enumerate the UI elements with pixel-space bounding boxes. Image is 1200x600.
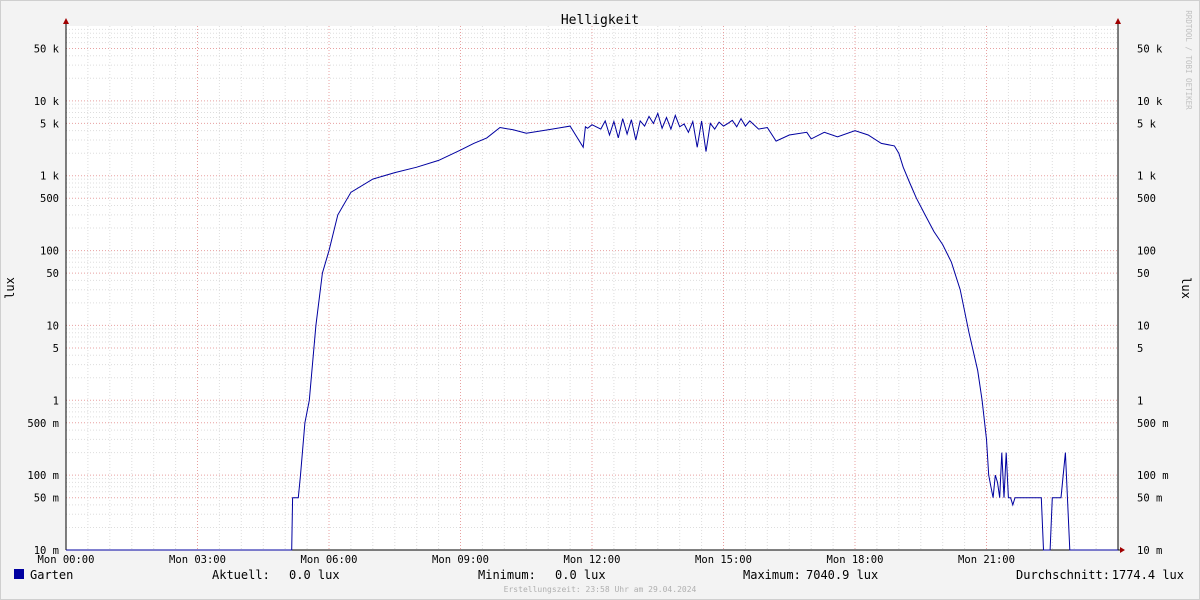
legend-aktuell-label: Aktuell:: [212, 568, 270, 582]
legend-minimum-value: 0.0 lux: [555, 568, 606, 582]
y-tick-label-left: 5 k: [40, 118, 60, 130]
y-axis-label-right: lux: [1179, 277, 1193, 299]
legend-series-name: Garten: [30, 568, 73, 582]
legend-maximum-value: 7040.9 lux: [806, 568, 878, 582]
y-tick-label-left: 100 m: [27, 470, 59, 482]
x-tick-label: Mon 03:00: [169, 554, 226, 566]
x-tick-label: Mon 21:00: [958, 554, 1015, 566]
legend-swatch: [14, 569, 24, 579]
y-tick-label-left: 500: [40, 193, 59, 205]
legend-durchschnitt-value: 1774.4 lux: [1112, 568, 1184, 582]
y-tick-label-left: 1: [53, 395, 59, 407]
legend-maximum-label: Maximum:: [743, 568, 801, 582]
y-axis-label-left: lux: [3, 277, 17, 299]
graph-image: 50 k 10 k 5 k 1 k 500 100 50 10 5 1 500 m 100 m 50 m…: [0, 0, 1200, 600]
y-tick-label-right: 50: [1137, 268, 1150, 280]
y-tick-label-left: 50: [46, 268, 59, 280]
x-tick-label: Mon 12:00: [564, 554, 621, 566]
x-tick-label: Mon 00:00: [38, 554, 95, 566]
creation-time: Erstellungszeit: 23:58 Uhr am 29.04.2024: [504, 585, 697, 594]
y-tick-label-right: 1: [1137, 395, 1143, 407]
chart-title: Helligkeit: [561, 13, 639, 28]
y-tick-label-right: 10 k: [1137, 96, 1163, 108]
watermark: RRDTOOL / TOBI OETIKER: [1184, 10, 1193, 110]
y-tick-label-right: 5: [1137, 343, 1143, 355]
x-tick-label: Mon 15:00: [695, 554, 752, 566]
y-tick-label-right: 10 m: [1137, 545, 1162, 557]
y-tick-label-right: 500: [1137, 193, 1156, 205]
y-tick-label-right: 50 m: [1137, 493, 1162, 505]
chart-canvas: 50 k 10 k 5 k 1 k 500 100 50 10 5 1 500 m 100 m 50 m…: [0, 0, 1200, 600]
y-tick-label-left: 100: [40, 246, 59, 258]
x-tick-label: Mon 06:00: [301, 554, 358, 566]
y-tick-label-right: 50 k: [1137, 44, 1163, 56]
y-tick-label-left: 1 k: [40, 171, 60, 183]
y-tick-label-left: 50 m: [34, 493, 59, 505]
y-tick-label-left: 500 m: [27, 418, 59, 430]
y-tick-label-right: 500 m: [1137, 418, 1169, 430]
legend-minimum-label: Minimum:: [478, 568, 536, 582]
legend-durchschnitt-label: Durchschnitt:: [1016, 568, 1110, 582]
legend-aktuell-value: 0.0 lux: [289, 568, 340, 582]
y-tick-label-left: 5: [53, 343, 59, 355]
y-tick-label-left: 10 k: [34, 96, 60, 108]
y-tick-label-right: 100: [1137, 246, 1156, 258]
y-tick-label-left: 50 k: [34, 44, 60, 56]
y-tick-label-right: 10: [1137, 320, 1150, 332]
y-tick-label-right: 1 k: [1137, 171, 1157, 183]
x-tick-label: Mon 09:00: [432, 554, 489, 566]
y-tick-label-left: 10: [46, 320, 59, 332]
y-tick-label-right: 100 m: [1137, 470, 1169, 482]
x-tick-label: Mon 18:00: [827, 554, 884, 566]
y-tick-label-right: 5 k: [1137, 118, 1157, 130]
